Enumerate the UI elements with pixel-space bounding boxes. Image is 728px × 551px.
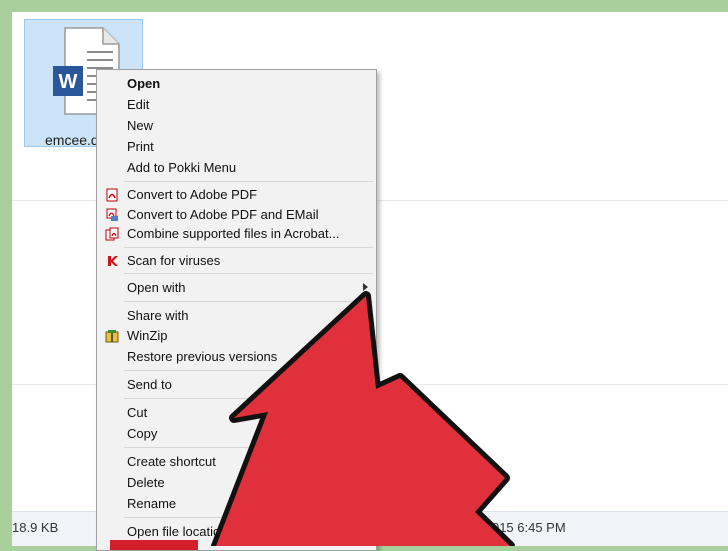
adobe-pdf-icon [106, 188, 118, 202]
menu-item-open[interactable]: Open [127, 76, 160, 91]
context-menu: Open Edit New Print Add to Pokki Menu Co… [96, 69, 377, 551]
winzip-icon [105, 330, 119, 343]
submenu-arrow-icon [363, 283, 368, 291]
menu-item-rename[interactable]: Rename [127, 496, 176, 511]
menu-item-convert-pdf[interactable]: Convert to Adobe PDF [127, 187, 257, 202]
menu-item-restore-versions[interactable]: Restore previous versions [127, 349, 277, 364]
menu-item-add-to-pokki[interactable]: Add to Pokki Menu [127, 160, 236, 175]
menu-separator [124, 370, 373, 371]
menu-separator [124, 247, 373, 248]
menu-separator [124, 181, 373, 182]
menu-separator [124, 273, 373, 274]
adobe-pdf-email-icon [106, 208, 118, 221]
menu-item-share-with[interactable]: Share with [127, 308, 188, 323]
highlighted-menu-item [110, 540, 198, 550]
menu-item-send-to[interactable]: Send to [127, 377, 172, 392]
acrobat-combine-icon [105, 227, 119, 241]
file-size-text: 18.9 KB [12, 520, 59, 535]
menu-separator [124, 517, 373, 518]
menu-item-open-with[interactable]: Open with [127, 280, 186, 295]
menu-separator [124, 447, 373, 448]
kaspersky-icon [108, 256, 118, 266]
menu-item-create-shortcut[interactable]: Create shortcut [127, 454, 216, 469]
menu-item-scan-viruses[interactable]: Scan for viruses [127, 253, 220, 268]
date-accessed-text: ate accessed: 1/15/2015 6:45 PM [372, 520, 566, 535]
menu-separator [124, 398, 373, 399]
menu-item-edit[interactable]: Edit [127, 97, 149, 112]
menu-item-new[interactable]: New [127, 118, 153, 133]
menu-item-print[interactable]: Print [127, 139, 154, 154]
svg-text:W: W [59, 71, 78, 93]
menu-item-delete[interactable]: Delete [127, 475, 165, 490]
menu-item-winzip[interactable]: WinZip [127, 328, 167, 343]
menu-item-convert-pdf-email[interactable]: Convert to Adobe PDF and EMail [127, 207, 319, 222]
menu-item-combine-acrobat[interactable]: Combine supported files in Acrobat... [127, 226, 339, 241]
menu-item-copy[interactable]: Copy [127, 426, 157, 441]
menu-item-open-file-location[interactable]: Open file location [127, 524, 227, 539]
menu-item-cut[interactable]: Cut [127, 405, 147, 420]
menu-separator [124, 301, 373, 302]
